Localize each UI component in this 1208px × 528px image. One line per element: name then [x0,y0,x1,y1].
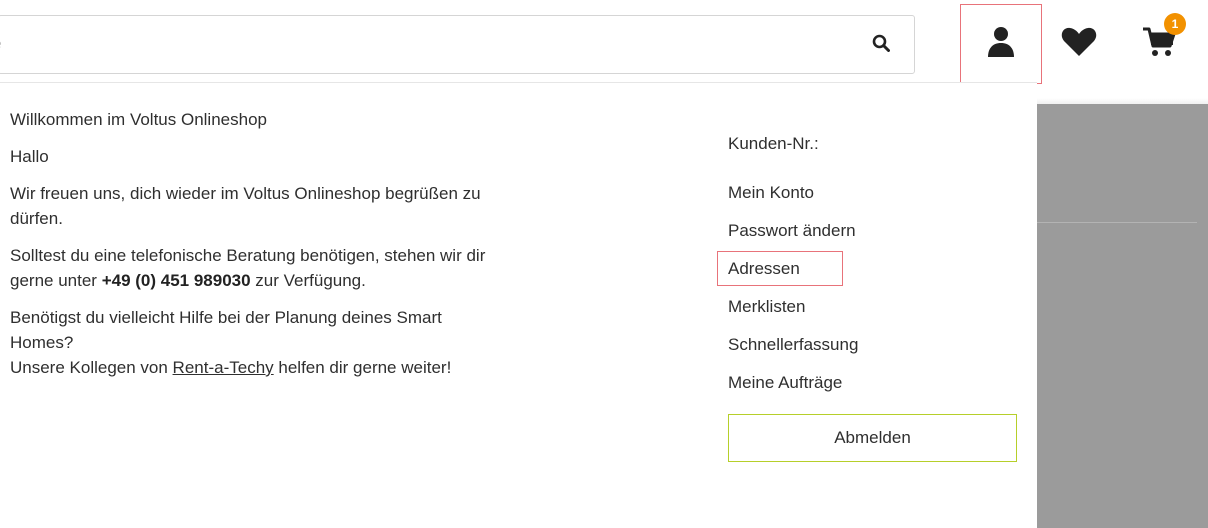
rent-a-techy-link[interactable]: Rent-a-Techy [173,358,274,377]
backdrop-divider [1037,222,1197,223]
menu-item-my-orders[interactable]: Meine Aufträge [728,364,858,402]
cart-button[interactable] [1118,4,1200,84]
help-post: helfen dir gerne weiter! [273,358,452,377]
cart-count-badge: 1 [1164,13,1186,35]
logout-button[interactable]: Abmelden [728,414,1017,462]
help-pre: Unsere Kollegen von [10,358,173,377]
user-icon [987,26,1015,63]
header-shadow [1037,98,1208,104]
welcome-message: Wir freuen uns, dich wieder im Voltus On… [10,184,481,228]
help-info: Benötigst du vielleicht Hilfe bei der Pl… [10,305,490,380]
wishlist-button[interactable] [1038,4,1120,84]
search-placeholder: e [0,34,1,54]
customer-number: Kunden-Nr.: [728,134,819,153]
phone-number: +49 (0) 451 989030 [101,271,251,290]
greeting: Hallo [10,147,49,166]
search-icon [872,34,890,57]
welcome-text: Willkommen im Voltus Onlineshop Hallo Wi… [10,107,490,380]
addresses-highlight [717,251,843,286]
page-backdrop [1037,104,1208,528]
menu-item-quick-order[interactable]: Schnellerfassung [728,326,858,364]
welcome-title: Willkommen im Voltus Onlineshop [10,110,267,129]
help-question: Benötigst du vielleicht Hilfe bei der Pl… [10,308,442,352]
account-button[interactable] [960,4,1042,84]
phone-info-post: zur Verfügung. [250,271,366,290]
phone-info: Solltest du eine telefonische Beratung b… [10,243,490,293]
search-input[interactable]: e [0,15,915,74]
menu-item-wishlists[interactable]: Merklisten [728,288,858,326]
search-button[interactable] [863,30,899,60]
heart-icon [1061,27,1097,62]
menu-item-change-password[interactable]: Passwort ändern [728,212,858,250]
menu-item-my-account[interactable]: Mein Konto [728,174,858,212]
